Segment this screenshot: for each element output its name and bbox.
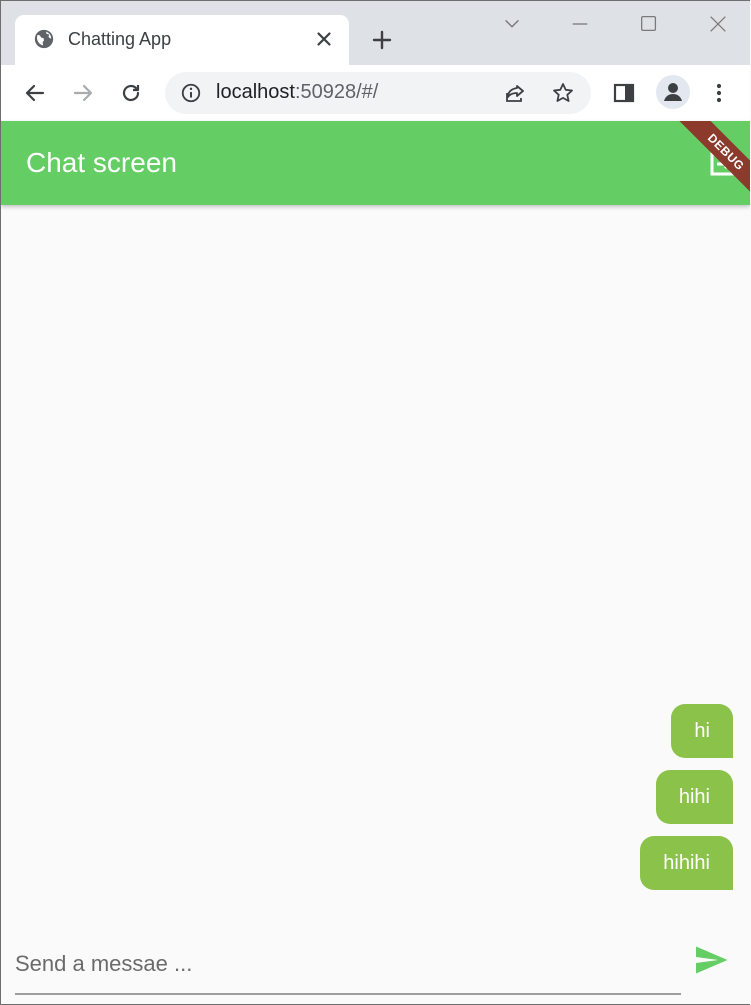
browser-window: Chatting App localhost:50928/#/ Chat scr… <box>0 0 750 1005</box>
tab-search-chevron-icon[interactable] <box>501 13 523 35</box>
chat-message-list: hi hihi hihihi <box>1 205 750 925</box>
send-icon[interactable] <box>693 942 729 978</box>
window-close-icon[interactable] <box>707 13 729 35</box>
page-title: Chat screen <box>26 147 177 178</box>
browser-tab[interactable]: Chatting App <box>15 15 349 65</box>
message-bubble: hihihi <box>640 836 733 890</box>
maximize-icon[interactable] <box>638 13 660 35</box>
side-panel-icon[interactable] <box>612 81 636 105</box>
tab-title: Chatting App <box>68 29 172 49</box>
url-text: localhost:50928/#/ <box>216 81 378 104</box>
person-icon <box>664 83 682 101</box>
bookmark-star-icon[interactable] <box>551 81 575 105</box>
app-bar: Chat screen DEBUG <box>1 121 750 205</box>
forward-arrow-icon[interactable] <box>71 81 95 105</box>
tab-strip: Chatting App <box>1 1 750 65</box>
url-host: localhost <box>216 81 295 103</box>
globe-icon <box>34 29 54 49</box>
browser-toolbar: localhost:50928/#/ <box>1 65 750 121</box>
address-bar[interactable]: localhost:50928/#/ <box>165 72 591 114</box>
message-input[interactable] <box>15 935 681 995</box>
share-icon[interactable] <box>503 81 527 105</box>
site-info-icon[interactable] <box>180 82 202 104</box>
minimize-icon[interactable] <box>569 13 591 35</box>
url-path: :50928/#/ <box>294 81 379 103</box>
profile-avatar[interactable] <box>656 75 690 109</box>
close-tab-icon[interactable] <box>313 28 335 50</box>
menu-kebab-icon[interactable] <box>707 81 731 105</box>
message-bubble: hi <box>671 704 733 758</box>
message-bubble: hihi <box>655 770 733 824</box>
back-arrow-icon[interactable] <box>23 81 47 105</box>
reload-icon[interactable] <box>119 81 143 105</box>
message-composer <box>1 925 750 1004</box>
new-tab-icon[interactable] <box>370 28 394 52</box>
